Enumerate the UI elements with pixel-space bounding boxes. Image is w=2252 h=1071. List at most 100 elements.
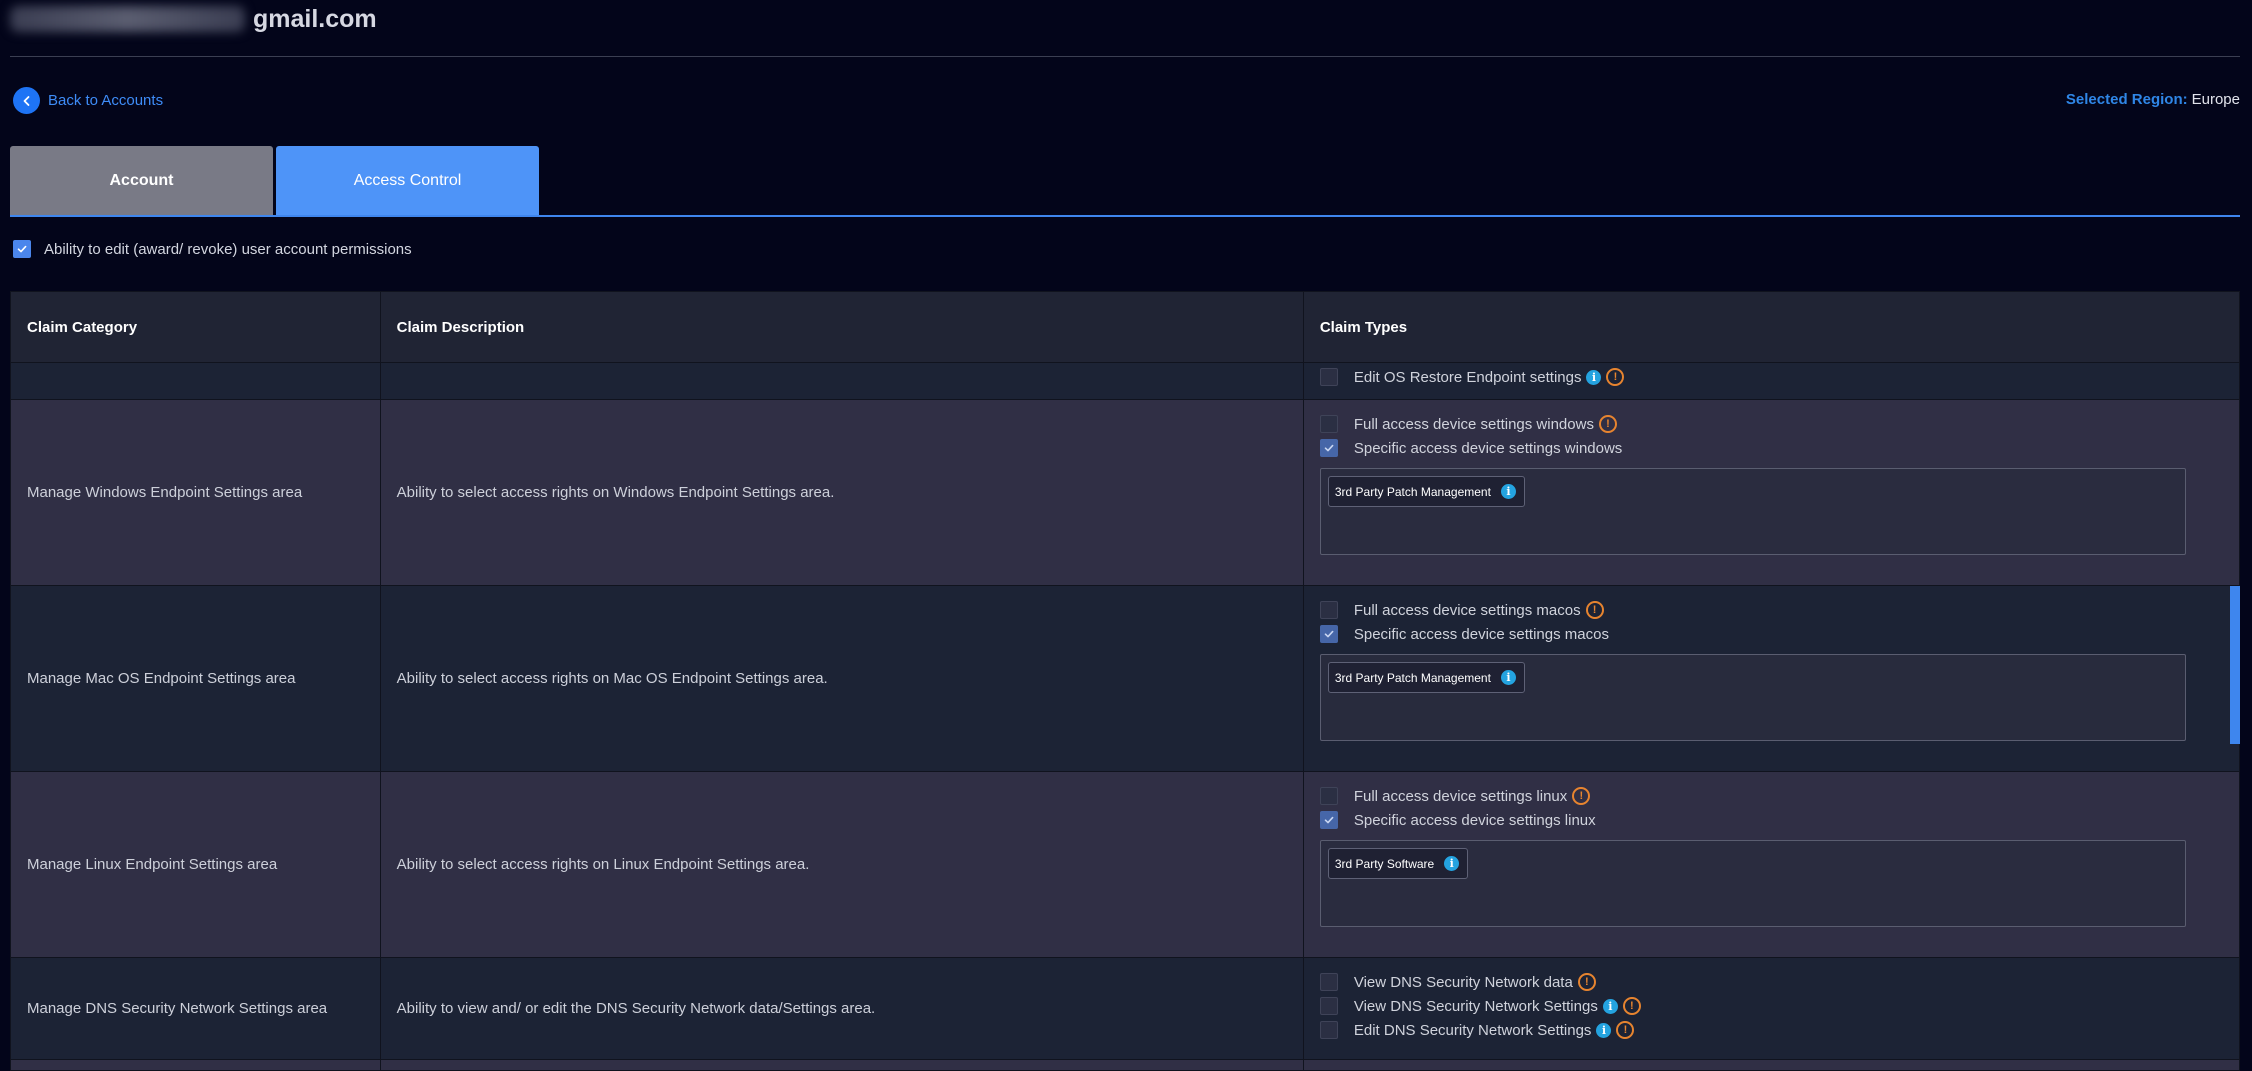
specific-access-selector[interactable]: 3rd Party Patch Management i — [1319, 654, 2186, 741]
claim-types: Full access device settings windows ! Sp… — [1304, 400, 2239, 585]
claim-category — [11, 1060, 381, 1070]
claim-item: View DNS Security Network Settings i ! — [1319, 994, 2239, 1018]
claim-checkbox[interactable] — [1319, 415, 1338, 433]
tab-bar: Account Access Control — [10, 146, 539, 216]
claim-category: Manage Windows Endpoint Settings area — [11, 400, 381, 585]
claim-item: Specific access device settings macos — [1319, 622, 2239, 646]
specific-access-selector[interactable]: 3rd Party Patch Management i — [1319, 468, 2186, 555]
checkmark-icon — [1324, 816, 1334, 824]
tab-account[interactable]: Account — [10, 146, 273, 216]
table-row — [11, 1060, 2239, 1070]
info-icon[interactable]: i — [1596, 1022, 1612, 1038]
table-row: Edit OS Restore Endpoint settings i ! — [11, 363, 2239, 400]
claim-label: Specific access device settings windows — [1353, 439, 1623, 457]
checkmark-icon — [1324, 630, 1334, 638]
claim-checkbox[interactable] — [1319, 601, 1338, 619]
claim-label: Full access device settings windows — [1353, 415, 1594, 433]
claim-checkbox[interactable] — [1319, 787, 1338, 805]
chevron-left-icon — [13, 87, 40, 114]
chip-label: 3rd Party Patch Management — [1334, 670, 1491, 685]
claim-category: Manage DNS Security Network Settings are… — [11, 958, 381, 1059]
warning-icon[interactable]: ! — [1606, 368, 1625, 386]
claim-checkbox[interactable] — [1319, 439, 1338, 457]
claim-description — [381, 1060, 1304, 1070]
claim-label: Full access device settings macos — [1353, 601, 1581, 619]
claim-item: Full access device settings linux ! — [1319, 784, 2239, 808]
claim-label: Full access device settings linux — [1353, 787, 1568, 805]
claim-types — [1304, 1060, 2239, 1070]
selected-access-chip[interactable]: 3rd Party Software i — [1327, 848, 1469, 879]
claim-category — [11, 363, 381, 399]
claim-checkbox[interactable] — [1319, 811, 1338, 829]
table-scrollbar-thumb[interactable] — [2230, 586, 2240, 744]
chip-label: 3rd Party Patch Management — [1334, 484, 1491, 499]
header-claim-types: Claim Types — [1319, 318, 1408, 336]
warning-icon[interactable]: ! — [1622, 997, 1641, 1015]
claim-checkbox[interactable] — [1319, 1021, 1338, 1039]
claim-types: View DNS Security Network data ! View DN… — [1304, 958, 2239, 1059]
back-link-label: Back to Accounts — [48, 92, 164, 109]
region-value: Europe — [2191, 91, 2240, 108]
claim-description: Ability to view and/ or edit the DNS Sec… — [381, 958, 1304, 1059]
claim-item: Edit OS Restore Endpoint settings i ! — [1319, 365, 2239, 389]
back-to-accounts-link[interactable]: Back to Accounts — [13, 87, 163, 114]
claim-checkbox[interactable] — [1319, 368, 1338, 386]
claim-category: Manage Linux Endpoint Settings area — [11, 772, 381, 957]
claim-item: Full access device settings windows ! — [1319, 412, 2239, 436]
claims-table: Claim Category Claim Description Claim T… — [10, 291, 2240, 1071]
claim-label: Specific access device settings linux — [1353, 811, 1596, 829]
selected-region: Selected Region: Europe — [2066, 91, 2240, 108]
warning-icon[interactable]: ! — [1572, 787, 1591, 805]
claim-types: Edit OS Restore Endpoint settings i ! — [1304, 363, 2239, 399]
info-icon[interactable]: i — [1602, 998, 1618, 1014]
claim-item: Specific access device settings windows — [1319, 436, 2239, 460]
claim-label: Specific access device settings macos — [1353, 625, 1609, 643]
info-icon[interactable]: i — [1586, 369, 1602, 385]
table-header: Claim Category Claim Description Claim T… — [11, 292, 2239, 363]
claim-types: Full access device settings macos ! Spec… — [1304, 586, 2239, 771]
claim-label: View DNS Security Network Settings — [1353, 997, 1598, 1015]
info-icon[interactable]: i — [1500, 484, 1516, 499]
table-row: Manage Linux Endpoint Settings area Abil… — [11, 772, 2239, 958]
selected-access-chip[interactable]: 3rd Party Patch Management i — [1327, 662, 1525, 693]
claim-checkbox[interactable] — [1319, 625, 1338, 643]
claim-description: Ability to select access rights on Mac O… — [381, 586, 1304, 771]
table-row: Manage Windows Endpoint Settings area Ab… — [11, 400, 2239, 586]
warning-icon[interactable]: ! — [1577, 973, 1596, 991]
warning-icon[interactable]: ! — [1598, 415, 1617, 433]
edit-permissions-checkbox[interactable] — [13, 240, 31, 258]
header-claim-category: Claim Category — [11, 292, 381, 362]
email-domain: gmail.com — [253, 4, 377, 33]
claim-item: View DNS Security Network data ! — [1319, 970, 2239, 994]
claim-label: Edit DNS Security Network Settings — [1353, 1021, 1592, 1039]
claim-item: Edit DNS Security Network Settings i ! — [1319, 1018, 2239, 1042]
account-email: gmail.com — [10, 2, 377, 36]
checkmark-icon — [17, 245, 27, 253]
header-claim-description: Claim Description — [381, 292, 1304, 362]
tab-access-control[interactable]: Access Control — [276, 146, 539, 216]
warning-icon[interactable]: ! — [1616, 1021, 1635, 1039]
claim-category: Manage Mac OS Endpoint Settings area — [11, 586, 381, 771]
email-local-part-redacted — [10, 6, 245, 32]
warning-icon[interactable]: ! — [1585, 601, 1604, 619]
claim-description — [381, 363, 1304, 399]
edit-permissions-option: Ability to edit (award/ revoke) user acc… — [13, 240, 412, 258]
edit-permissions-label: Ability to edit (award/ revoke) user acc… — [44, 240, 412, 258]
claim-types: Full access device settings linux ! Spec… — [1304, 772, 2239, 957]
claim-checkbox[interactable] — [1319, 973, 1338, 991]
claim-label: View DNS Security Network data — [1353, 973, 1573, 991]
table-row: Manage Mac OS Endpoint Settings area Abi… — [11, 586, 2239, 772]
region-label: Selected Region: — [2065, 91, 2188, 108]
info-icon[interactable]: i — [1444, 856, 1460, 871]
info-icon[interactable]: i — [1500, 670, 1516, 685]
chip-label: 3rd Party Software — [1334, 856, 1435, 871]
claim-description: Ability to select access rights on Windo… — [381, 400, 1304, 585]
claim-checkbox[interactable] — [1319, 997, 1338, 1015]
claim-item: Full access device settings macos ! — [1319, 598, 2239, 622]
claim-description: Ability to select access rights on Linux… — [381, 772, 1304, 957]
claim-item: Specific access device settings linux — [1319, 808, 2239, 832]
selected-access-chip[interactable]: 3rd Party Patch Management i — [1327, 476, 1525, 507]
specific-access-selector[interactable]: 3rd Party Software i — [1319, 840, 2186, 927]
header-divider — [10, 56, 2240, 57]
table-row: Manage DNS Security Network Settings are… — [11, 958, 2239, 1060]
